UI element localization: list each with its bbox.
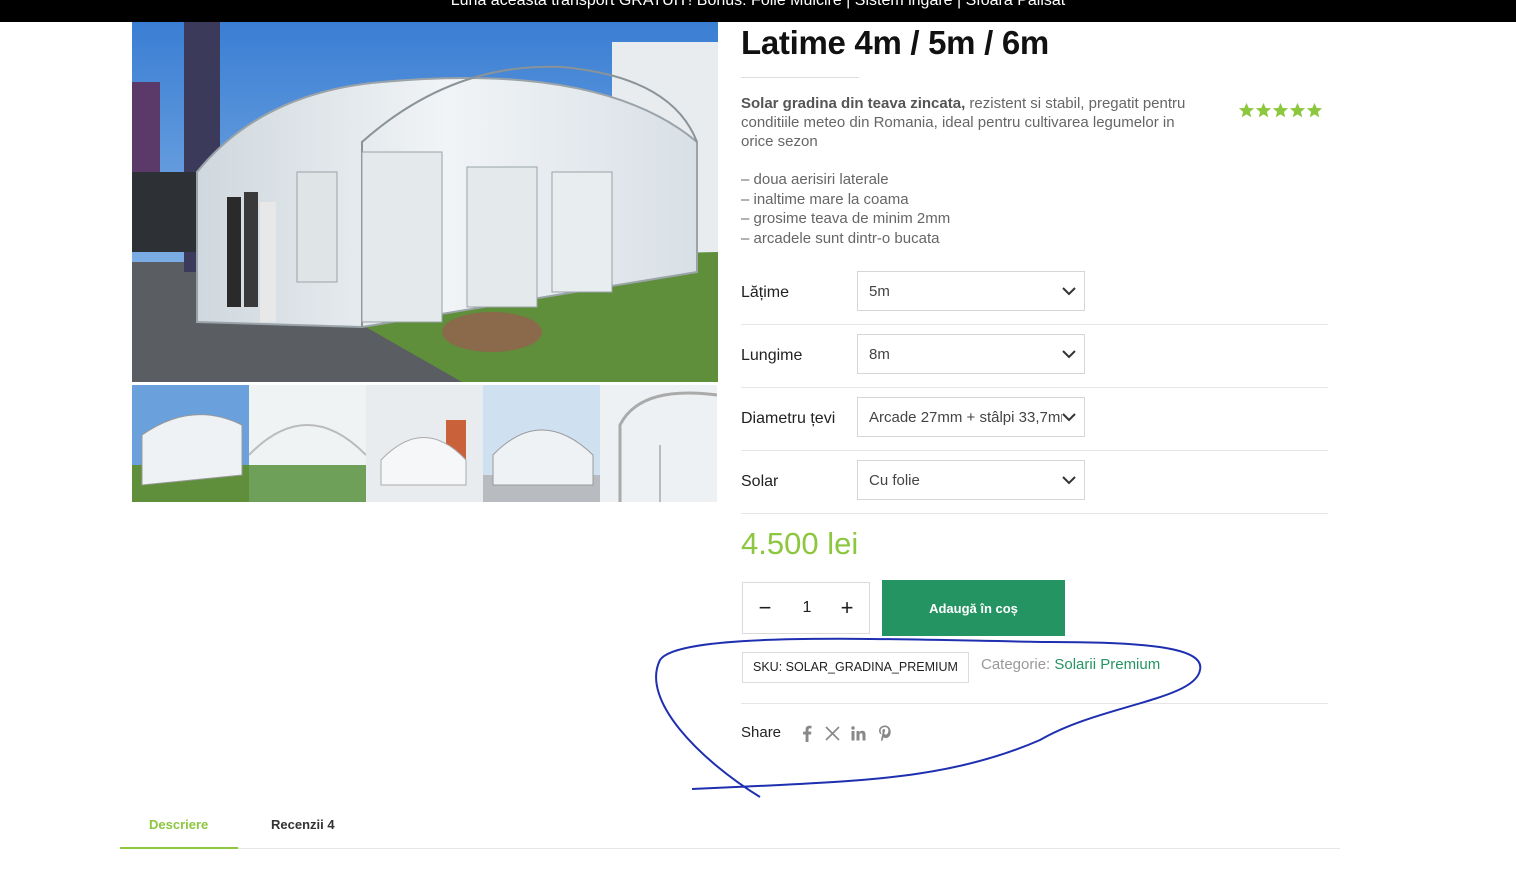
description-bold: Solar gradina din teava zincata, [741,95,966,112]
feature-item: – inaltime mare la coama [741,190,909,208]
select-value: 5m [869,283,890,300]
variation-label: Solar [741,473,779,490]
chevron-down-icon [1062,413,1076,422]
tab-recenzii[interactable]: Recenzii 4 [271,817,335,832]
announcement-text: Luna aceasta transport GRATUIT! Bonus: F… [450,0,1066,9]
thumbnail-4[interactable] [483,385,600,502]
category-meta: Categorie: Solarii Premium [981,656,1160,673]
tab-descriere[interactable]: Descriere [149,817,208,832]
diametru-select[interactable]: Arcade 27mm + stâlpi 33,7mm [857,397,1085,437]
add-to-cart-button[interactable]: Adaugă în coș [882,580,1065,636]
variation-label: Lățime [741,284,790,301]
feature-item: – grosime teava de minim 2mm [741,210,951,227]
chevron-down-icon [1062,350,1076,359]
active-tab-indicator [120,847,238,849]
variation-row-diametru: Diametru țevi Arcade 27mm + stâlpi 33,7m… [741,388,1328,451]
feature-list: – doua aerisiri laterale – inaltime mare… [741,170,950,248]
quantity-decrease-button[interactable]: − [743,583,787,633]
product-price: 4.500 lei [741,526,859,561]
variation-label: Lungime [741,347,803,364]
star-icon [1272,102,1289,118]
lungime-select[interactable]: 8m [857,334,1085,374]
announcement-bar: Luna aceasta transport GRATUIT! Bonus: F… [0,0,1516,22]
star-icon [1289,102,1306,118]
star-icon [1306,102,1323,118]
category-link[interactable]: Solarii Premium [1054,656,1160,673]
share-divider [741,703,1328,704]
product-description: Solar gradina din teava zincata, reziste… [741,94,1211,151]
facebook-icon[interactable] [798,724,815,742]
select-value: 8m [869,346,890,363]
variation-row-solar: Solar Cu folie [741,451,1328,514]
share-label: Share [741,724,782,741]
chevron-down-icon [1062,287,1076,296]
thumbnail-1[interactable] [132,385,249,502]
category-label: Categorie: [981,656,1055,673]
thumbnail-strip [132,385,718,502]
select-value: Arcade 27mm + stâlpi 33,7mm [869,409,1062,426]
quantity-input[interactable]: 1 [787,583,827,633]
thumbnail-2[interactable] [249,385,366,502]
variation-row-lungime: Lungime 8m [741,325,1328,388]
chevron-down-icon [1062,476,1076,485]
select-value: Cu folie [869,472,920,489]
thumbnail-5[interactable] [600,385,717,502]
x-icon[interactable] [824,724,841,742]
star-icon [1238,102,1255,118]
product-title: Latime 4m / 5m / 6m [741,24,1049,61]
solar-select[interactable]: Cu folie [857,460,1085,500]
latime-select[interactable]: 5m [857,271,1085,311]
feature-item: – arcadele sunt dintr-o bucata [741,229,940,247]
sku-badge: SKU: SOLAR_GRADINA_PREMIUM [742,652,969,683]
rating-stars[interactable] [1238,102,1323,119]
title-divider [741,77,859,78]
feature-item: – doua aerisiri laterale [741,171,889,188]
main-product-image[interactable] [132,22,718,382]
thumbnail-3[interactable] [366,385,483,502]
linkedin-icon[interactable] [850,724,867,742]
pinterest-icon[interactable] [876,724,893,742]
variation-row-latime: Lățime 5m [741,262,1328,325]
variation-label: Diametru țevi [741,410,836,427]
star-icon [1255,102,1272,118]
share-icons [798,724,893,742]
quantity-stepper: − 1 + [742,582,870,634]
quantity-increase-button[interactable]: + [825,583,869,633]
product-tabs: Descriere Recenzii 4 [120,800,1340,849]
